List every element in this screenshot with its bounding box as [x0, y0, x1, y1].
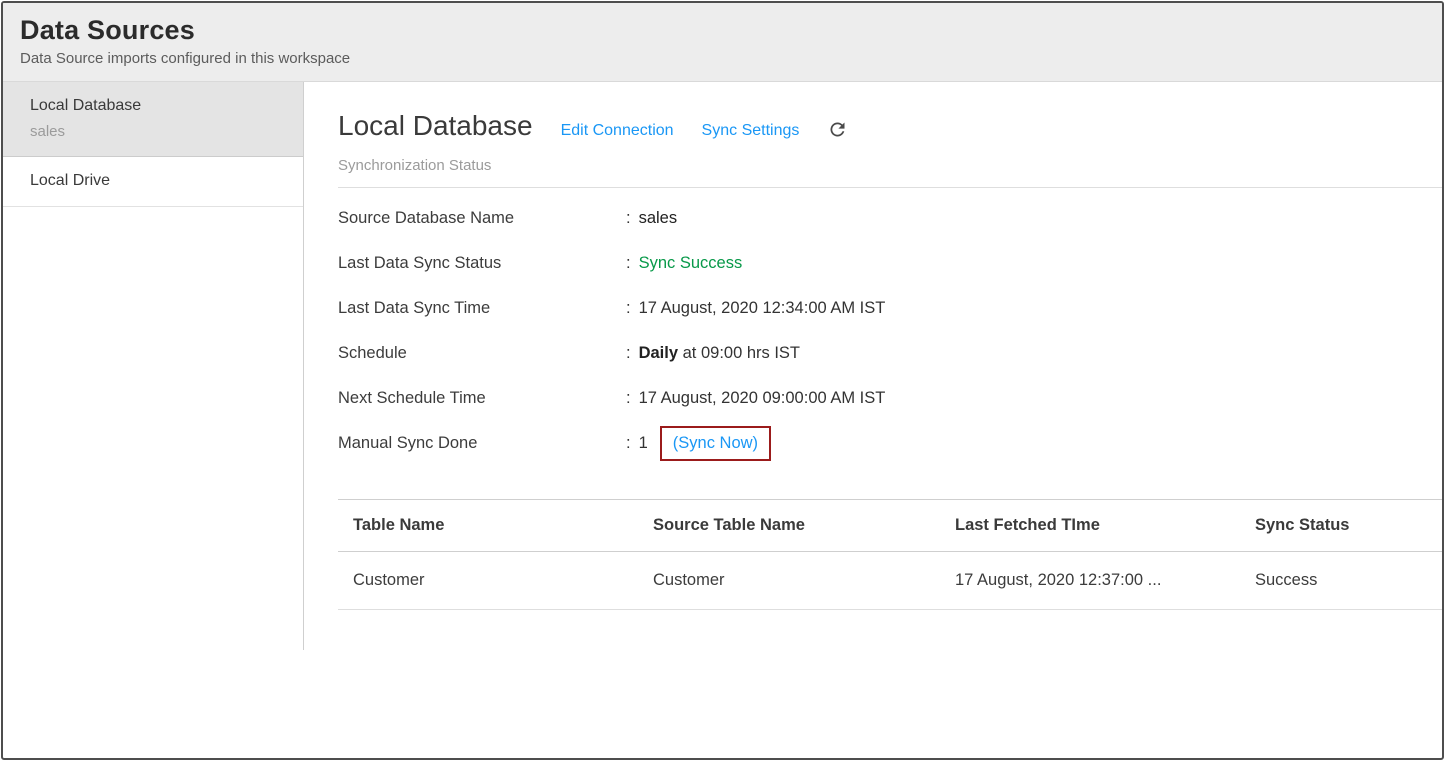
source-database-name-value: sales — [639, 209, 678, 228]
column-header-source-table-name: Source Table Name — [638, 500, 940, 552]
cell-last-fetched-time: 17 August, 2020 12:37:00 ... — [940, 552, 1240, 610]
section-subtitle: Synchronization Status — [338, 157, 1442, 174]
manual-sync-count: 1 — [639, 434, 648, 453]
table-row: Customer Customer 17 August, 2020 12:37:… — [338, 552, 1442, 610]
detail-row-manual-sync-done: Manual Sync Done : 1 (Sync Now) — [338, 421, 1442, 466]
page-header: Data Sources Data Source imports configu… — [3, 3, 1442, 82]
tables-sync-table: Table Name Source Table Name Last Fetche… — [338, 499, 1442, 610]
detail-row-next-schedule-time: Next Schedule Time : 17 August, 2020 09:… — [338, 376, 1442, 421]
detail-label: Last Data Sync Time — [338, 299, 626, 318]
detail-value: : 17 August, 2020 12:34:00 AM IST — [626, 299, 885, 318]
schedule-time: at 09:00 hrs IST — [678, 344, 800, 362]
sync-now-link[interactable]: (Sync Now) — [673, 434, 758, 452]
colon: : — [626, 344, 631, 363]
detail-row-last-sync-time: Last Data Sync Time : 17 August, 2020 12… — [338, 286, 1442, 331]
sync-now-highlight-box: (Sync Now) — [660, 426, 771, 461]
colon: : — [626, 434, 631, 453]
cell-table-name: Customer — [338, 552, 638, 610]
column-header-table-name: Table Name — [338, 500, 638, 552]
page-subtitle: Data Source imports configured in this w… — [20, 50, 1425, 67]
data-sources-window: Data Sources Data Source imports configu… — [1, 1, 1444, 760]
next-schedule-time-value: 17 August, 2020 09:00:00 AM IST — [639, 389, 886, 408]
detail-label: Last Data Sync Status — [338, 254, 626, 273]
sync-settings-link[interactable]: Sync Settings — [702, 122, 800, 140]
detail-value: : 1 (Sync Now) — [626, 426, 771, 461]
colon: : — [626, 209, 631, 228]
colon: : — [626, 254, 631, 273]
last-sync-time-value: 17 August, 2020 12:34:00 AM IST — [639, 299, 886, 318]
table-header-row: Table Name Source Table Name Last Fetche… — [338, 500, 1442, 552]
detail-row-schedule: Schedule : Daily at 09:00 hrs IST — [338, 331, 1442, 376]
detail-row-source-database-name: Source Database Name : sales — [338, 196, 1442, 241]
detail-row-last-sync-status: Last Data Sync Status : Sync Success — [338, 241, 1442, 286]
cell-source-table-name: Customer — [638, 552, 940, 610]
colon: : — [626, 299, 631, 318]
detail-label: Schedule — [338, 344, 626, 363]
schedule-frequency: Daily — [639, 344, 678, 362]
edit-connection-link[interactable]: Edit Connection — [561, 122, 674, 140]
refresh-icon[interactable] — [827, 119, 848, 140]
sidebar-item-label: Local Database — [30, 97, 276, 115]
main-content: Local Database Edit Connection Sync Sett… — [304, 82, 1442, 758]
sync-status-value: Sync Success — [639, 254, 743, 273]
colon: : — [626, 389, 631, 408]
schedule-value: Daily at 09:00 hrs IST — [639, 344, 800, 363]
sidebar: Local Database sales Local Drive — [3, 82, 304, 650]
detail-label: Next Schedule Time — [338, 389, 626, 408]
page-title: Data Sources — [20, 15, 1425, 46]
detail-value: : 17 August, 2020 09:00:00 AM IST — [626, 389, 885, 408]
detail-value: : Sync Success — [626, 254, 742, 273]
sidebar-item-sublabel: sales — [30, 123, 276, 140]
cell-sync-status: Success — [1240, 552, 1442, 610]
detail-label: Source Database Name — [338, 209, 626, 228]
column-header-last-fetched-time: Last Fetched TIme — [940, 500, 1240, 552]
divider — [338, 187, 1442, 188]
detail-label: Manual Sync Done — [338, 434, 626, 453]
connection-title: Local Database — [338, 110, 533, 142]
detail-value: : sales — [626, 209, 677, 228]
sidebar-item-local-database[interactable]: Local Database sales — [3, 82, 303, 157]
body-wrap: Local Database sales Local Drive Local D… — [3, 82, 1442, 758]
sidebar-item-label: Local Drive — [30, 172, 276, 190]
sidebar-item-local-drive[interactable]: Local Drive — [3, 157, 303, 207]
title-row: Local Database Edit Connection Sync Sett… — [338, 110, 1442, 142]
detail-value: : Daily at 09:00 hrs IST — [626, 344, 800, 363]
column-header-sync-status: Sync Status — [1240, 500, 1442, 552]
sync-details: Source Database Name : sales Last Data S… — [338, 196, 1442, 466]
